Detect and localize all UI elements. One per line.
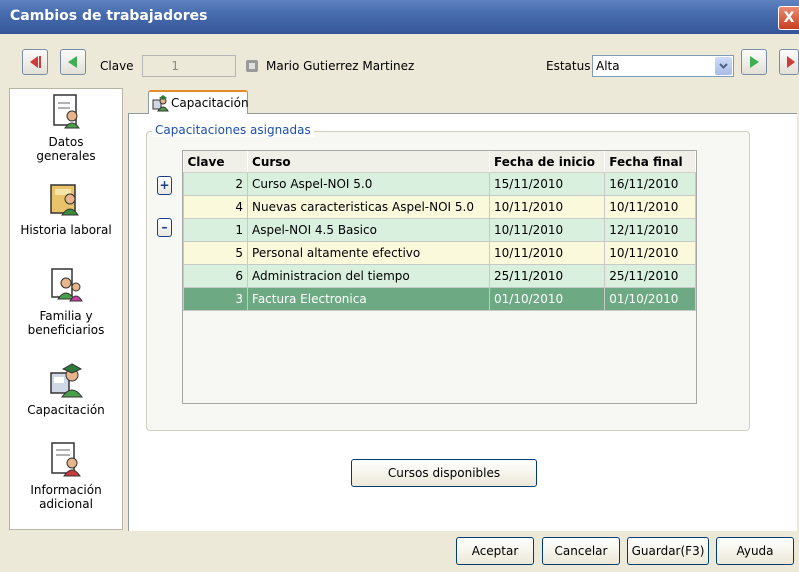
cell-fecha-inicio: 10/11/2010	[489, 195, 606, 219]
column-header-fecha-inicio[interactable]: Fecha de inicio	[489, 151, 606, 173]
cell-clave: 4	[183, 195, 249, 219]
column-header-curso[interactable]: Curso	[247, 151, 491, 173]
window-title: Cambios de trabajadores	[10, 8, 208, 24]
last-record-icon	[787, 56, 795, 68]
nav-label: Datos	[48, 135, 84, 149]
nav-label: generales	[36, 149, 96, 163]
cell-clave: 6	[183, 264, 249, 288]
column-header-fecha-final[interactable]: Fecha final	[604, 151, 696, 173]
lookup-icon[interactable]	[246, 60, 258, 72]
employee-name: Mario Gutierrez Martinez	[266, 59, 415, 73]
cell-fecha-final: 10/11/2010	[604, 195, 696, 219]
cell-clave: 5	[183, 241, 249, 265]
add-capacitacion-button[interactable]: +	[157, 176, 172, 195]
table-row[interactable]: 1 Aspel-NOI 4.5 Basico 10/11/2010 12/11/…	[183, 218, 696, 242]
cell-fecha-inicio: 10/11/2010	[489, 241, 606, 265]
left-nav: Datos generales Historia laboral Familia…	[9, 88, 123, 530]
table-row[interactable]: 6 Administracion del tiempo 25/11/2010 2…	[183, 264, 696, 288]
cell-curso: Nuevas caracteristicas Aspel-NOI 5.0	[247, 195, 491, 219]
additional-info-icon	[51, 442, 81, 477]
table-row[interactable]: 2 Curso Aspel-NOI 5.0 15/11/2010 16/11/2…	[183, 172, 696, 196]
nav-item-datos-generales[interactable]: Datos generales	[10, 91, 122, 163]
training-icon	[152, 95, 169, 112]
nav-item-capacitacion[interactable]: Capacitación	[10, 359, 122, 417]
tab-capacitacion[interactable]: Capacitación	[148, 90, 249, 114]
group-label: Capacitaciones asignadas	[152, 123, 314, 137]
cell-fecha-final: 25/11/2010	[604, 264, 696, 288]
estatus-value: Alta	[596, 59, 620, 73]
cell-fecha-inicio: 25/11/2010	[489, 264, 606, 288]
training-icon	[50, 363, 83, 398]
cell-fecha-final: 16/11/2010	[604, 172, 696, 196]
nav-label: Información	[30, 483, 102, 497]
aceptar-button[interactable]: Aceptar	[456, 537, 534, 565]
clave-input[interactable]: 1	[142, 55, 236, 77]
cell-fecha-inicio: 01/10/2010	[489, 287, 606, 311]
worker-history-icon	[50, 184, 79, 216]
family-icon	[51, 268, 83, 302]
nav-label: beneficiarios	[27, 323, 105, 337]
nav-item-familia[interactable]: Familia y beneficiarios	[10, 265, 122, 337]
cell-curso: Administracion del tiempo	[247, 264, 491, 288]
cell-fecha-inicio: 15/11/2010	[489, 172, 606, 196]
next-record-button[interactable]	[741, 49, 767, 75]
table-row[interactable]: 5 Personal altamente efectivo 10/11/2010…	[183, 241, 696, 265]
title-bar[interactable]: Cambios de trabajadores X	[0, 0, 799, 34]
cell-fecha-final: 12/11/2010	[604, 218, 696, 242]
column-header-clave[interactable]: Clave	[183, 151, 249, 173]
next-record-icon	[750, 56, 759, 68]
cell-fecha-final: 01/10/2010	[604, 287, 696, 311]
window: Cambios de trabajadores X Clave 1 Mario …	[0, 0, 799, 572]
nav-label: adicional	[39, 497, 93, 511]
guardar-button[interactable]: Guardar(F3)	[627, 537, 709, 565]
capacitaciones-grid[interactable]: Clave Curso Fecha de inicio Fecha final …	[182, 150, 697, 404]
cell-curso: Curso Aspel-NOI 5.0	[247, 172, 491, 196]
cell-fecha-inicio: 10/11/2010	[489, 218, 606, 242]
cell-curso: Personal altamente efectivo	[247, 241, 491, 265]
nav-label: Familia y	[39, 309, 93, 323]
cancelar-button[interactable]: Cancelar	[542, 537, 620, 565]
nav-label: Capacitación	[27, 403, 105, 417]
close-button[interactable]: X	[778, 6, 799, 30]
previous-record-icon	[68, 56, 77, 68]
tab-label: Capacitación	[171, 96, 249, 110]
cell-clave: 1	[183, 218, 249, 242]
cell-fecha-final: 10/11/2010	[604, 241, 696, 265]
ayuda-button[interactable]: Ayuda	[716, 537, 794, 565]
estatus-select[interactable]: Alta	[592, 55, 734, 77]
first-record-button[interactable]	[22, 49, 48, 75]
last-record-button[interactable]	[779, 49, 799, 75]
cell-curso: Factura Electronica	[247, 287, 491, 311]
previous-record-button[interactable]	[60, 49, 86, 75]
estatus-label: Estatus	[546, 59, 591, 73]
cell-clave: 2	[183, 172, 249, 196]
table-row-selected[interactable]: 3 Factura Electronica 01/10/2010 01/10/2…	[183, 287, 696, 311]
chevron-down-icon	[719, 63, 728, 69]
cursos-disponibles-button[interactable]: Cursos disponibles	[351, 459, 537, 487]
cell-clave: 3	[183, 287, 249, 311]
document-person-icon	[53, 94, 80, 129]
remove-capacitacion-button[interactable]: –	[157, 218, 172, 237]
nav-item-historia-laboral[interactable]: Historia laboral	[10, 179, 122, 237]
dropdown-arrow[interactable]	[715, 57, 732, 75]
nav-label: Historia laboral	[20, 223, 112, 237]
clave-label: Clave	[100, 59, 134, 73]
first-record-icon	[30, 56, 41, 68]
table-row[interactable]: 4 Nuevas caracteristicas Aspel-NOI 5.0 1…	[183, 195, 696, 219]
cell-curso: Aspel-NOI 4.5 Basico	[247, 218, 491, 242]
nav-item-informacion-adicional[interactable]: Información adicional	[10, 439, 122, 511]
